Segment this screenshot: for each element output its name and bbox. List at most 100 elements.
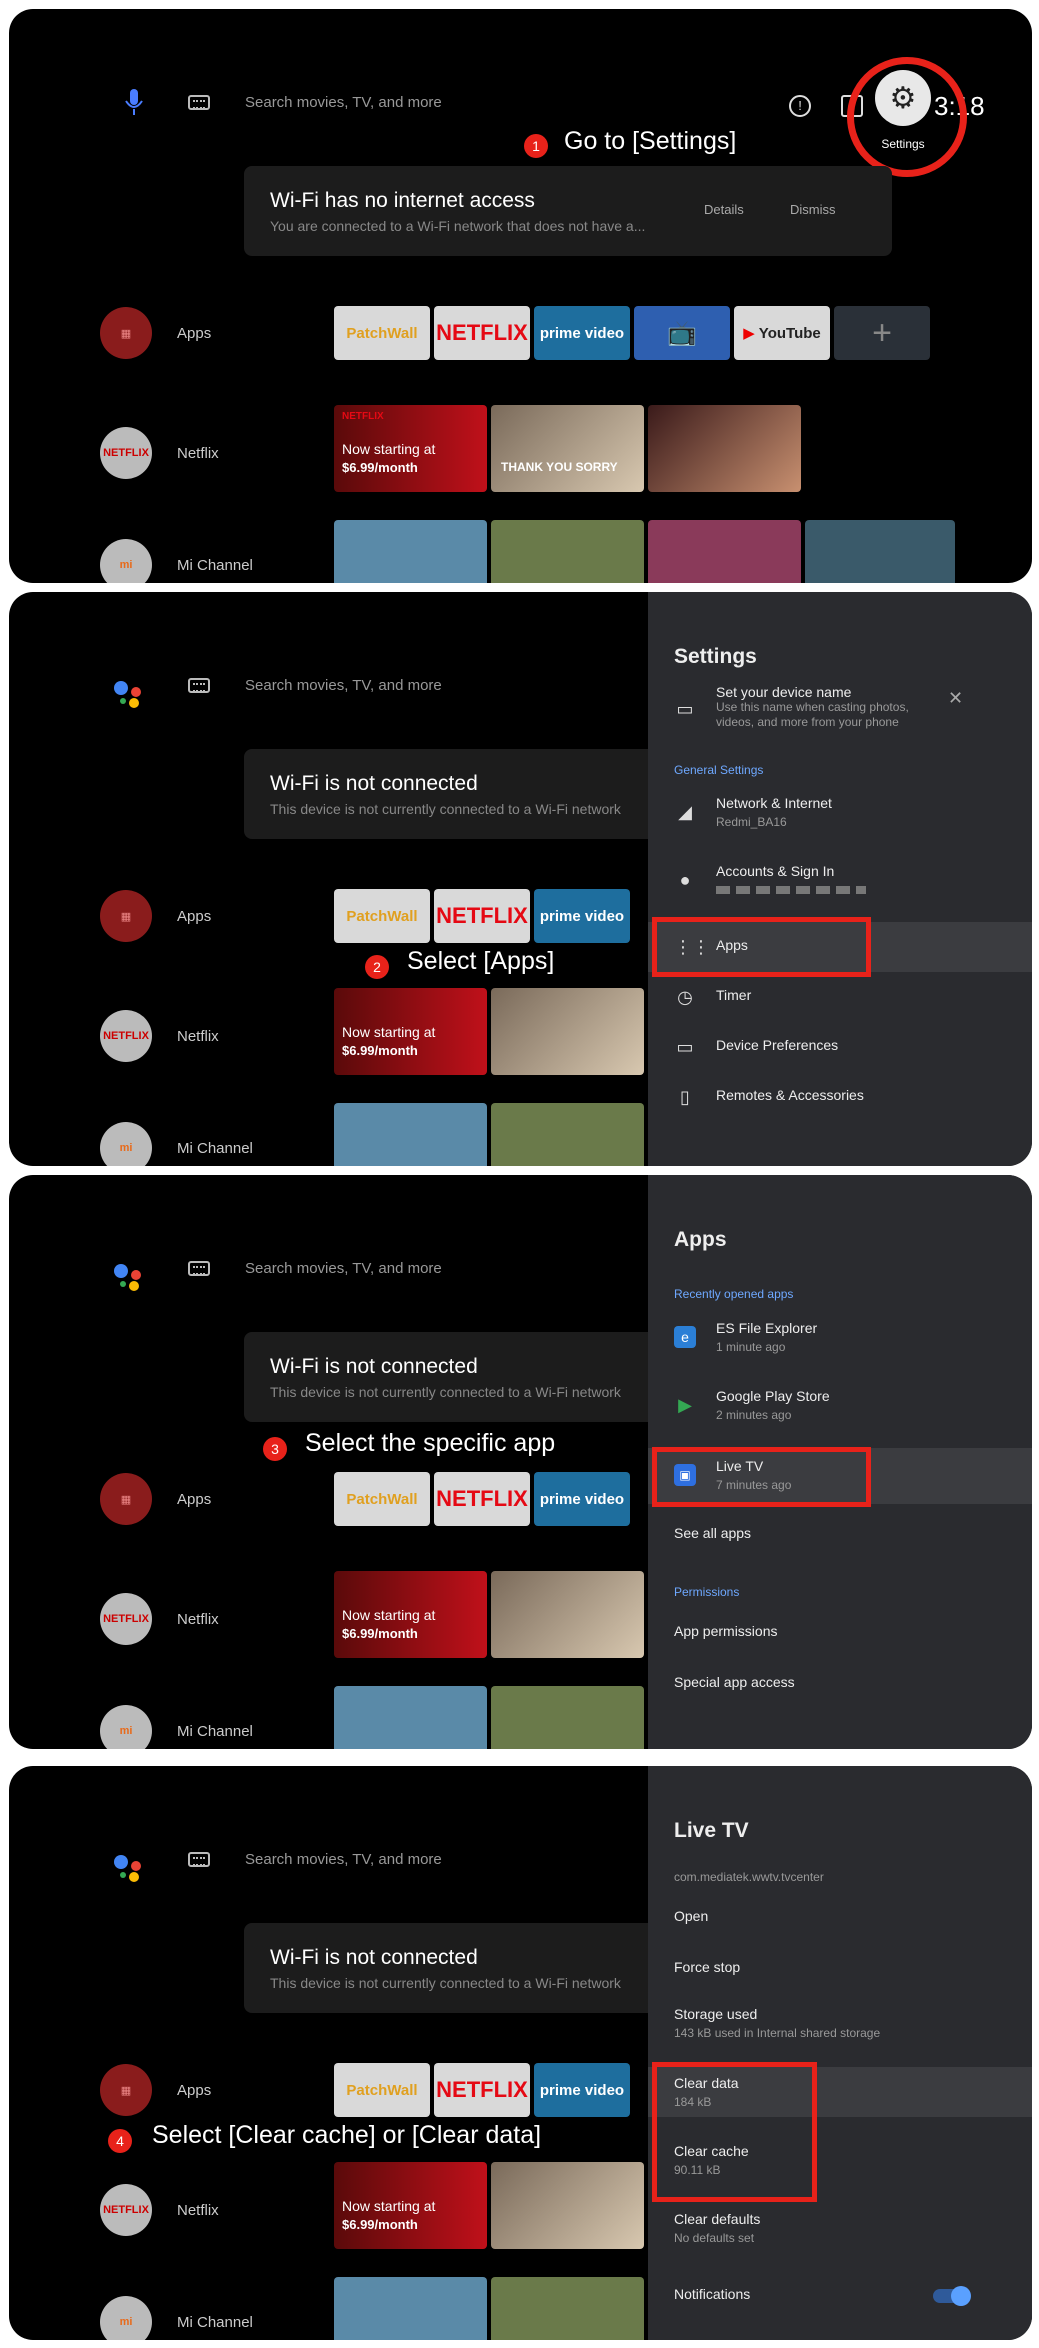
prime-video-tile[interactable]: prime video [534,306,630,360]
prime-video-tile[interactable]: prime video [534,1472,630,1526]
settings-item-accounts[interactable]: ● Accounts & Sign In [648,855,1032,905]
movie-card[interactable] [491,1571,644,1658]
force-stop-item[interactable]: Force stop [648,1944,1032,1994]
movie-card[interactable] [491,2162,644,2249]
netflix-tile[interactable]: NETFLIX [434,889,530,943]
live-tv-tile[interactable]: 📺 [634,306,730,360]
prime-video-tile[interactable]: prime video [534,889,630,943]
screen-apps-step3: Search movies, TV, and more Wi-Fi is not… [9,1175,1032,1749]
netflix-tile[interactable]: NETFLIX [434,306,530,360]
apps-row-label: Apps [177,1491,212,1508]
dismiss-button[interactable]: Dismiss [790,202,836,217]
highlight-box [652,1447,871,1507]
notification-icon[interactable]: ! [789,95,811,117]
channel-card[interactable] [648,520,801,583]
device-name-item[interactable]: ▭ Set your device name Use this name whe… [648,684,1032,742]
netflix-card-headline: Now starting at [342,2198,436,2214]
keyboard-icon[interactable] [188,678,210,693]
close-icon[interactable]: ✕ [948,688,963,709]
redacted-account [716,886,866,894]
item-label: Force stop [674,1959,741,1975]
keyboard-icon[interactable] [188,95,210,110]
microphone-icon[interactable] [121,87,147,117]
channel-card[interactable] [334,2277,487,2340]
channel-card[interactable] [491,520,644,583]
item-label: Google Play Store [716,1388,830,1404]
search-input[interactable]: Search movies, TV, and more [245,1851,442,1868]
item-desc: No defaults set [674,2231,755,2245]
settings-item-timer[interactable]: ◷ Timer [648,972,1032,1022]
channel-card[interactable] [491,1686,644,1749]
patchwall-tile[interactable]: PatchWall [334,889,430,943]
wifi-notice-card[interactable]: Wi-Fi has no internet access You are con… [244,166,892,256]
item-desc: 143 kB used in Internal shared storage [674,2026,881,2040]
storage-used-item[interactable]: Storage used 143 kB used in Internal sha… [648,1998,1032,2048]
netflix-tile[interactable]: NETFLIX [434,2063,530,2117]
details-button[interactable]: Details [704,202,744,217]
patchwall-tile[interactable]: PatchWall [334,2063,430,2117]
patchwall-tile[interactable]: PatchWall [334,1472,430,1526]
notifications-toggle[interactable] [933,2286,971,2306]
movie-card[interactable]: THANK YOU SORRY [491,405,644,492]
movie-card[interactable] [491,988,644,1075]
channel-card[interactable] [491,2277,644,2340]
app-item-google-play-store[interactable]: ▶ Google Play Store 2 minutes ago [648,1380,1032,1430]
youtube-icon: ▶ [743,325,755,342]
item-label: Timer [716,987,752,1003]
netflix-tile[interactable]: NETFLIX [434,1472,530,1526]
keyboard-icon[interactable] [188,1261,210,1276]
keyboard-icon[interactable] [188,1852,210,1867]
netflix-promo-card[interactable]: NETFLIX Now starting at $6.99/month [334,405,487,492]
channel-card[interactable] [805,520,955,583]
search-input[interactable]: Search movies, TV, and more [245,677,442,694]
notifications-item[interactable]: Notifications [648,2271,1032,2321]
app-item-es-file-explorer[interactable]: e ES File Explorer 1 minute ago [648,1312,1032,1362]
settings-item-device-preferences[interactable]: ▭ Device Preferences [648,1022,1032,1072]
mi-channel-row-icon: mi [100,1705,152,1749]
netflix-row-icon: NETFLIX [100,427,152,479]
patchwall-tile[interactable]: PatchWall [334,306,430,360]
settings-side-panel: Settings ▭ Set your device name Use this… [648,592,1032,1166]
notice-title: Wi-Fi has no internet access [270,189,535,212]
apps-row-label: Apps [177,325,212,342]
step-instruction: Select [Apps] [407,947,555,975]
netflix-promo-card[interactable]: Now starting at $6.99/month [334,988,487,1075]
movie-card[interactable] [648,405,801,492]
settings-item-network[interactable]: ◢ Network & Internet Redmi_BA16 [648,787,1032,837]
netflix-promo-card[interactable]: Now starting at $6.99/month [334,2162,487,2249]
item-label: Set your device name [716,684,852,700]
youtube-tile[interactable]: ▶ YouTube [734,306,830,360]
channel-card[interactable] [334,1686,487,1749]
netflix-card-headline: Now starting at [342,441,436,457]
item-label: Storage used [674,2006,758,2022]
google-assistant-icon[interactable] [109,1257,149,1297]
search-input[interactable]: Search movies, TV, and more [245,1260,442,1277]
es-file-explorer-icon: e [674,1326,696,1348]
mi-channel-row-icon: mi [100,1122,152,1166]
account-icon: ● [679,870,691,890]
item-label: Special app access [674,1674,795,1690]
see-all-apps-item[interactable]: See all apps [648,1515,1032,1565]
app-permissions-item[interactable]: App permissions [648,1608,1032,1658]
item-label: See all apps [674,1525,752,1541]
apps-row-icon: ▦ [100,307,152,359]
channel-card[interactable] [334,1103,487,1166]
screen-settings-step2: Search movies, TV, and more Wi-Fi is not… [9,592,1032,1166]
search-input[interactable]: Search movies, TV, and more [245,94,442,111]
special-app-access-item[interactable]: Special app access [648,1659,1032,1709]
channel-card[interactable] [334,520,487,583]
google-assistant-icon[interactable] [109,1848,149,1888]
netflix-card-price: $6.99/month [342,1043,418,1058]
google-assistant-icon[interactable] [109,674,149,714]
settings-item-remotes[interactable]: ▯ Remotes & Accessories [648,1072,1032,1122]
prime-video-tile[interactable]: prime video [534,2063,630,2117]
netflix-promo-card[interactable]: Now starting at $6.99/month [334,1571,487,1658]
netflix-card-brand: NETFLIX [342,411,384,422]
remote-icon: ▯ [680,1087,690,1107]
add-app-tile[interactable]: + [834,306,930,360]
clear-defaults-item[interactable]: Clear defaults No defaults set [648,2203,1032,2253]
mi-channel-row-icon: mi [100,2296,152,2340]
channel-card[interactable] [491,1103,644,1166]
open-item[interactable]: Open [648,1893,1032,1943]
item-label: Open [674,1908,709,1924]
